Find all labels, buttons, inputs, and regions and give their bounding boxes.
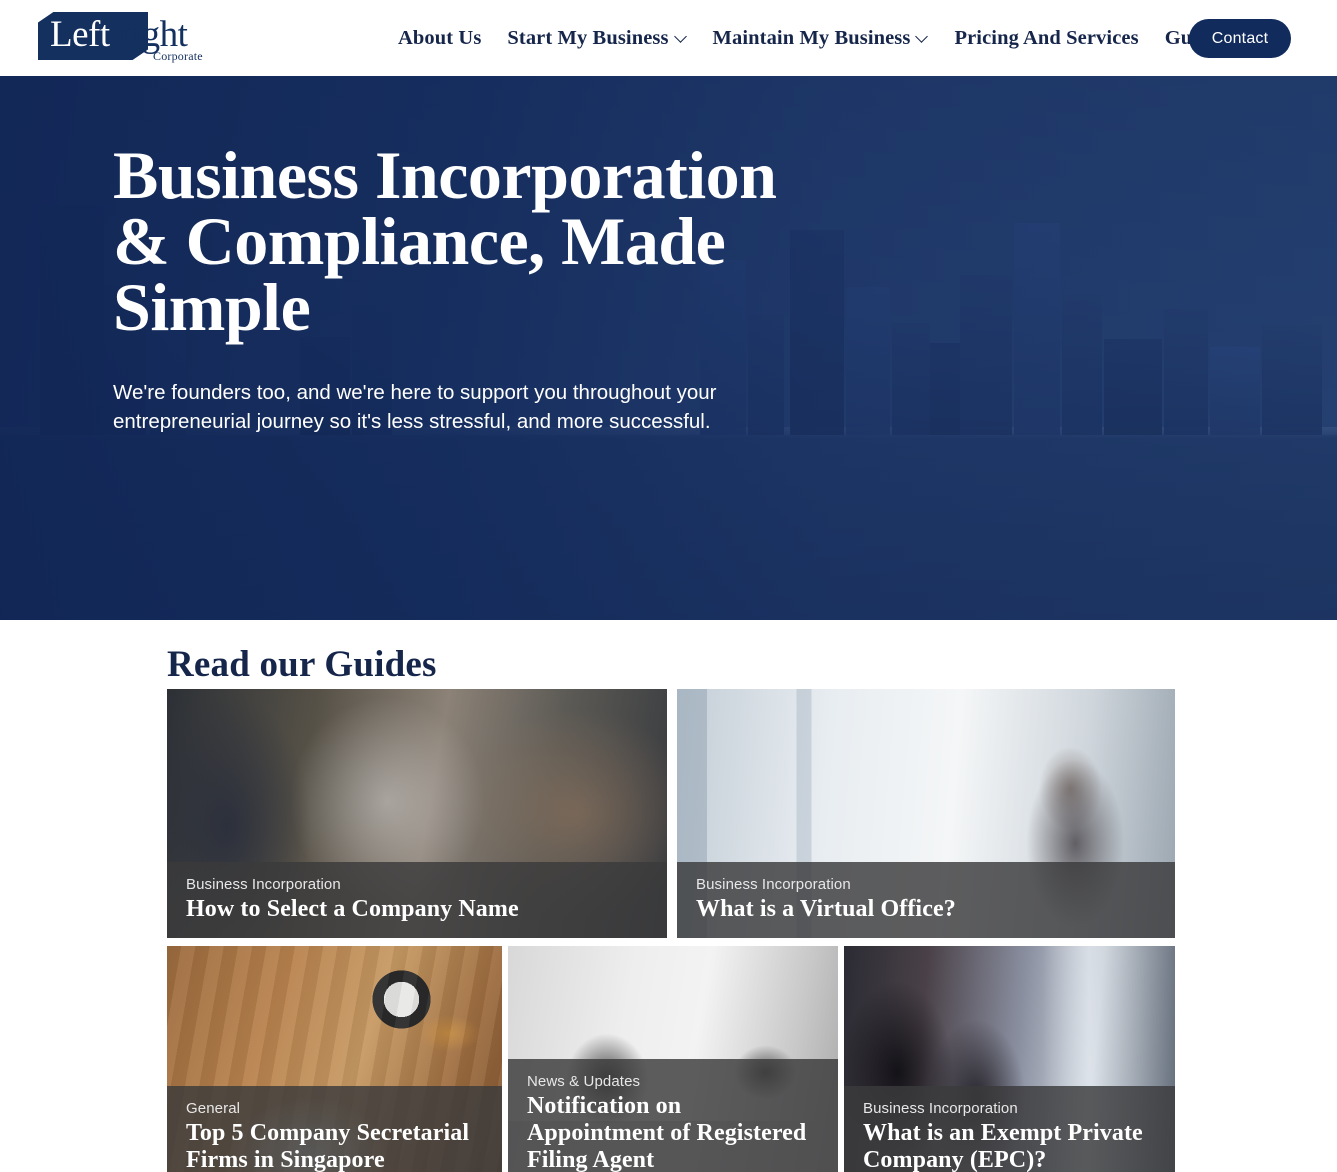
guides-row-bottom: General Top 5 Company Secretarial Firms … (167, 946, 1175, 1172)
main-navigation: About Us Start My Business Maintain My B… (398, 0, 1240, 76)
hero-section: Business Incorporation & Compliance, Mad… (0, 76, 1337, 620)
guide-card-what-is-an-exempt-private-company[interactable]: Business Incorporation What is an Exempt… (844, 946, 1175, 1172)
nav-label: Pricing And Services (954, 26, 1139, 49)
guide-card-what-is-a-virtual-office[interactable]: Business Incorporation What is a Virtual… (677, 689, 1175, 938)
guides-heading: Read our Guides (167, 644, 437, 685)
nav-item-pricing-and-services[interactable]: Pricing And Services (941, 27, 1151, 50)
site-header: Left right Corporate About Us Start My B… (0, 0, 1337, 76)
chevron-down-icon (676, 31, 687, 42)
nav-item-maintain-my-business[interactable]: Maintain My Business (700, 27, 942, 50)
guide-card-notification-on-appointment-of-registered-filing-agent[interactable]: News & Updates Notification on Appointme… (508, 946, 838, 1172)
nav-item-about-us[interactable]: About Us (398, 27, 494, 50)
nav-label: About Us (398, 26, 482, 49)
nav-label: Maintain My Business (712, 26, 911, 49)
guide-card-category: General (186, 1100, 241, 1117)
guides-grid: Business Incorporation How to Select a C… (167, 689, 1175, 1172)
contact-button[interactable]: Contact (1189, 19, 1291, 58)
guide-card-category: News & Updates (527, 1073, 641, 1090)
hero-subtitle: We're founders too, and we're here to su… (113, 381, 717, 433)
guide-card-top-5-company-secretarial-firms[interactable]: General Top 5 Company Secretarial Firms … (167, 946, 502, 1172)
guide-card-overlay: Business Incorporation What is an Exempt… (844, 1086, 1175, 1172)
nav-item-start-my-business[interactable]: Start My Business (494, 27, 699, 50)
guide-card-overlay: Business Incorporation What is a Virtual… (677, 862, 1175, 938)
guide-card-title: What is a Virtual Office? (696, 896, 956, 922)
hero-content: Business Incorporation & Compliance, Mad… (113, 137, 813, 436)
guide-card-category: Business Incorporation (863, 1100, 1018, 1117)
guide-card-title: What is an Exempt Private Company (EPC)? (863, 1120, 1143, 1172)
chevron-down-icon (917, 31, 928, 42)
guide-card-title: Top 5 Company Secretarial Firms in Singa… (186, 1120, 470, 1172)
hero-title: Business Incorporation & Compliance, Mad… (113, 137, 777, 345)
logo-text-left: Left (50, 14, 110, 55)
guide-card-category: Business Incorporation (696, 876, 851, 893)
guide-card-overlay: News & Updates Notification on Appointme… (508, 1059, 838, 1172)
guide-card-overlay: Business Incorporation How to Select a C… (167, 862, 667, 938)
guide-card-category: Business Incorporation (186, 876, 341, 893)
guide-card-title: Notification on Appointment of Registere… (527, 1093, 807, 1172)
guide-card-how-to-select-a-company-name[interactable]: Business Incorporation How to Select a C… (167, 689, 667, 938)
guide-card-overlay: General Top 5 Company Secretarial Firms … (167, 1086, 502, 1172)
guides-row-top: Business Incorporation How to Select a C… (167, 689, 1175, 938)
nav-label: Start My Business (507, 26, 669, 49)
logo-tagline: Corporate (153, 49, 203, 63)
site-logo[interactable]: Left right Corporate (38, 9, 208, 67)
guide-card-title: How to Select a Company Name (186, 896, 519, 922)
